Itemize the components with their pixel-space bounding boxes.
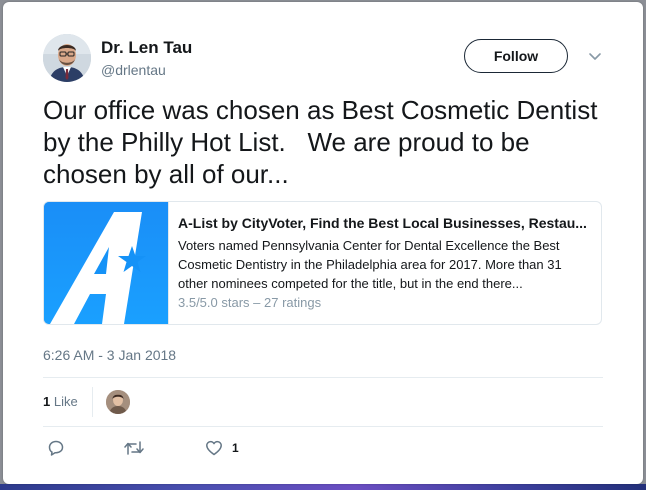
author-avatar[interactable]: [43, 34, 91, 82]
tweet-text: Our office was chosen as Best Cosmetic D…: [43, 95, 605, 189]
author-name[interactable]: Dr. Len Tau: [101, 38, 192, 58]
retweet-button[interactable]: [123, 438, 145, 458]
like-action-count: 1: [232, 441, 239, 455]
divider-top: [43, 377, 603, 378]
follow-button[interactable]: Follow: [464, 39, 568, 73]
heart-icon: [206, 440, 222, 456]
chevron-down-icon[interactable]: [587, 48, 603, 64]
link-rating: 3.5/5.0 stars – 27 ratings: [178, 295, 322, 310]
reply-button[interactable]: [47, 438, 65, 458]
background-strip: [0, 484, 646, 490]
reply-icon: [48, 440, 64, 456]
link-description: Voters named Pennsylvania Center for Den…: [178, 238, 562, 291]
likes-stat-label: Like: [53, 394, 78, 409]
link-thumbnail: [44, 202, 169, 324]
tweet-card: Dr. Len Tau @drlentau Follow Our office …: [3, 2, 643, 484]
liker-avatar[interactable]: [106, 390, 130, 414]
likes-stat-count: 1: [43, 394, 51, 409]
author-avatar-image: [43, 34, 91, 82]
link-title: A-List by CityVoter, Find the Best Local…: [178, 215, 587, 231]
tweet-timestamp[interactable]: 6:26 AM - 3 Jan 2018: [43, 346, 176, 364]
link-preview-card[interactable]: A-List by CityVoter, Find the Best Local…: [43, 201, 602, 325]
retweet-icon: [124, 441, 144, 455]
likes-stat[interactable]: 1 Like: [43, 393, 78, 411]
stats-separator: [92, 387, 93, 417]
citvoter-logo-icon: [44, 202, 168, 324]
like-button[interactable]: 1: [205, 438, 239, 458]
divider-bottom: [43, 426, 603, 427]
author-handle[interactable]: @drlentau: [101, 61, 166, 79]
